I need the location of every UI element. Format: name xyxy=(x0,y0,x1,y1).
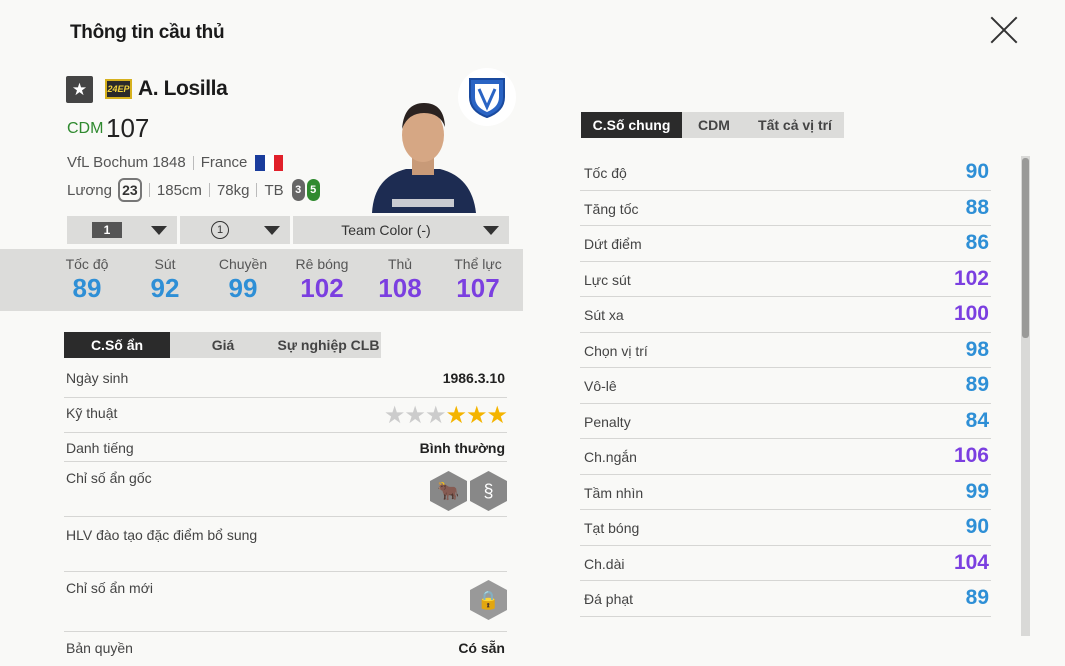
summary-stat: Thể lực 107 xyxy=(454,256,502,303)
tab-general-stats[interactable]: C.Số chung xyxy=(581,112,682,138)
star-icon: ★ xyxy=(424,402,446,429)
nation-name: France xyxy=(200,154,248,171)
right-tab-bar: C.Số chung CDM Tất cả vị trí xyxy=(581,112,844,138)
tab-hidden-stats[interactable]: C.Số ẩn xyxy=(64,332,170,358)
summary-stat: Thủ 108 xyxy=(378,256,422,303)
close-icon[interactable] xyxy=(988,14,1020,46)
club-name: VfL Bochum 1848 xyxy=(67,154,186,171)
star-icon: ★ xyxy=(383,402,405,429)
player-name: A. Losilla xyxy=(138,77,228,100)
level-value: 1 xyxy=(92,222,122,238)
chevron-down-icon xyxy=(483,226,499,235)
player-position: CDM xyxy=(67,120,104,137)
tab-cdm[interactable]: CDM xyxy=(682,112,746,138)
club-logo xyxy=(458,68,516,126)
hidden-stats-row: Chỉ số ẩn gốc 🐂 § xyxy=(64,470,507,517)
foot-icon: 3 5 xyxy=(291,179,322,201)
rank-dropdown[interactable]: 1 xyxy=(180,216,290,244)
season-badge: 24EP xyxy=(105,79,132,99)
star-icon: ★ xyxy=(445,402,466,429)
france-flag-icon xyxy=(255,154,284,171)
attribute-row: Ch.dài 104 xyxy=(580,546,991,581)
attribute-row: Penalty 84 xyxy=(580,404,991,439)
salary-badge: 23 xyxy=(117,178,142,202)
new-hidden-stats-row: Chỉ số ẩn mới 🔒 xyxy=(64,580,507,632)
attribute-list: Tốc độ 90 Tăng tốc 88 Dứt điểm 86 Lực sút 10… xyxy=(580,155,991,617)
divider xyxy=(192,155,194,170)
summary-stat: Sút 92 xyxy=(150,256,180,303)
attribute-row: Sút xa 100 xyxy=(580,297,991,333)
license-value: Có sẵn xyxy=(458,640,505,656)
attribute-row: Tăng tốc 88 xyxy=(580,191,991,226)
snake-trait-icon[interactable]: § xyxy=(470,471,507,511)
page-title: Thông tin cầu thủ xyxy=(70,22,225,43)
birth-value: 1986.3.10 xyxy=(442,370,505,386)
fame-row: Danh tiếng Bình thường xyxy=(64,440,507,462)
chevron-down-icon xyxy=(264,226,280,235)
left-tab-bar: C.Số ẩn Giá Sự nghiệp CLB xyxy=(64,332,381,358)
attribute-row: Tầm nhìn 99 xyxy=(580,475,991,510)
level-dropdown[interactable]: 1 xyxy=(67,216,177,244)
body-type: TB xyxy=(264,181,284,199)
lock-icon[interactable]: 🔒 xyxy=(470,580,507,620)
attribute-row: Tốc độ 90 xyxy=(580,155,991,191)
summary-stat: Tốc độ 89 xyxy=(65,256,109,303)
attribute-row: Vô-lê 89 xyxy=(580,368,991,404)
tab-all-positions[interactable]: Tất cả vị trí xyxy=(746,112,844,138)
attribute-row: Đá phạt 89 xyxy=(580,581,991,617)
club-nation-line: VfL Bochum 1848 France xyxy=(67,154,284,171)
scrollbar-thumb[interactable] xyxy=(1022,158,1029,338)
divider xyxy=(208,183,210,197)
attribute-row: Lực sút 102 xyxy=(580,262,991,297)
divider xyxy=(148,183,150,197)
attribute-row: Dứt điểm 86 xyxy=(580,226,991,262)
attribute-row: Tạt bóng 90 xyxy=(580,510,991,546)
player-ovr: 107 xyxy=(106,113,150,143)
team-color-value: Team Color (-) xyxy=(341,222,431,238)
attribute-row: Chọn vị trí 98 xyxy=(580,333,991,368)
physical-info-line: Lương 23 185cm 78kg TB 3 5 xyxy=(67,178,322,202)
chevron-down-icon xyxy=(151,226,167,235)
foot-left-value: 3 xyxy=(291,179,305,201)
star-icon: ★ xyxy=(465,402,487,429)
coach-traits-row: HLV đào tạo đặc điểm bổ sung xyxy=(64,527,507,572)
birth-row: Ngày sinh 1986.3.10 xyxy=(64,370,507,398)
bull-trait-icon[interactable]: 🐂 xyxy=(430,471,467,511)
divider xyxy=(256,183,258,197)
salary-label: Lương xyxy=(67,181,112,199)
star-icon: ★ xyxy=(486,402,507,429)
summary-stat: Rê bóng 102 xyxy=(295,256,349,303)
weight: 78kg xyxy=(216,181,250,199)
summary-stat: Chuyền 99 xyxy=(218,256,268,303)
skill-row: Kỹ thuật ★★★★★★ xyxy=(64,402,508,433)
tab-club-career[interactable]: Sự nghiệp CLB xyxy=(276,332,381,358)
height: 185cm xyxy=(156,181,202,199)
favorite-star-icon[interactable]: ★ xyxy=(66,76,93,103)
attribute-row: Ch.ngắn 106 xyxy=(580,439,991,475)
summary-stats-bar: Tốc độ 89 Sút 92 Chuyền 99 Rê bóng 102 T… xyxy=(0,249,523,311)
tab-price[interactable]: Giá xyxy=(170,332,276,358)
foot-right-value: 5 xyxy=(306,179,320,201)
skill-stars: ★★★★★★ xyxy=(383,401,508,430)
team-color-dropdown[interactable]: Team Color (-) xyxy=(293,216,509,244)
rank-value: 1 xyxy=(211,221,229,239)
star-icon: ★ xyxy=(404,402,425,429)
fame-value: Bình thường xyxy=(419,440,505,456)
license-row: Bản quyền Có sẵn xyxy=(66,640,505,656)
